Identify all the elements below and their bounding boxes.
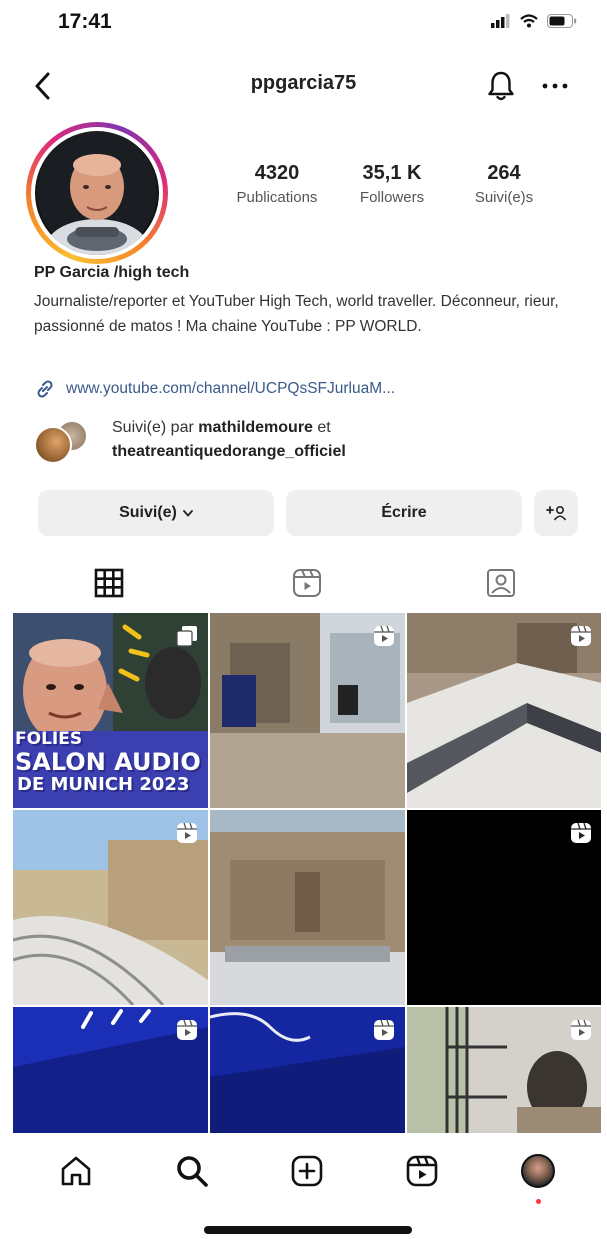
reels-icon [571, 625, 591, 646]
search-icon [177, 1156, 208, 1187]
message-button[interactable]: Écrire [286, 490, 522, 536]
post-thumbnail[interactable] [13, 1007, 208, 1133]
more-options-button[interactable] [540, 70, 570, 102]
posts-count: 4320 [254, 162, 300, 184]
followers-label: Followers [359, 189, 425, 206]
bio-link-text: www.youtube.com/channel/UCPQsSFJurluaM..… [66, 380, 396, 397]
chevron-down-icon [182, 509, 193, 517]
reels-icon [374, 1019, 394, 1040]
reels-icon [571, 1019, 591, 1040]
story-ring[interactable] [26, 122, 168, 264]
reels-icon [571, 822, 591, 843]
followed-by[interactable]: Suivi(e) par mathildemoure et theatreant… [34, 416, 574, 468]
followers-count: 35,1 K [362, 162, 422, 184]
notification-dot [536, 1199, 541, 1204]
add-user-icon [546, 505, 567, 521]
following-label: Suivi(e)s [474, 189, 534, 206]
post-thumbnail[interactable] [407, 1007, 601, 1133]
bio-text: Journaliste/reporter et YouTuber High Te… [34, 293, 559, 335]
avatar [35, 131, 159, 255]
grid-icon [94, 568, 124, 598]
home-icon [61, 1156, 91, 1186]
following-button[interactable]: Suivi(e) [38, 490, 274, 536]
posts-label: Publications [236, 189, 318, 206]
display-name: PP Garcia /high tech [34, 264, 190, 281]
reels-icon [374, 625, 394, 646]
carousel-icon [176, 626, 197, 647]
status-bar: 17:41 [0, 0, 607, 44]
profile-actions: Suivi(e) Écrire [38, 490, 578, 536]
bottom-nav [0, 1135, 607, 1205]
follower-username: mathildemoure [198, 419, 313, 436]
post-thumbnail[interactable] [13, 810, 208, 1005]
thumbnail-overlay-text: FOLIES SALON AUDIO DE MUNICH 2023 [15, 729, 201, 795]
followed-by-text: Suivi(e) par mathildemoure et theatreant… [112, 419, 346, 460]
profile-avatar-small [521, 1154, 555, 1188]
signal-icon [491, 14, 510, 28]
tab-posts[interactable] [92, 566, 126, 600]
tagged-icon [487, 569, 515, 597]
stat-posts[interactable]: 4320 Publications [222, 162, 332, 206]
bio-link[interactable]: www.youtube.com/channel/UCPQsSFJurluaM..… [34, 378, 395, 400]
profile-tabs [0, 560, 607, 610]
stat-following[interactable]: 264 Suivi(e)s [454, 162, 554, 206]
reels-icon [406, 1155, 438, 1187]
following-count: 264 [487, 162, 521, 184]
post-thumbnail[interactable] [210, 810, 405, 1005]
reels-icon [177, 1019, 197, 1040]
profile-stats: 4320 Publications 35,1 K Followers 264 S… [222, 162, 562, 222]
post-thumbnail[interactable] [210, 1007, 405, 1133]
followed-by-avatars [34, 420, 96, 464]
stat-followers[interactable]: 35,1 K Followers [340, 162, 444, 206]
post-thumbnail[interactable] [407, 613, 601, 808]
tab-reels[interactable] [290, 566, 324, 600]
message-label: Écrire [381, 504, 427, 521]
nav-home[interactable] [56, 1151, 96, 1191]
following-label: Suivi(e) [119, 504, 177, 521]
status-icons [491, 14, 577, 28]
notifications-button[interactable] [486, 70, 516, 102]
status-time: 17:41 [58, 10, 112, 33]
bell-icon [488, 71, 514, 101]
nav-create[interactable] [287, 1151, 327, 1191]
nav-search[interactable] [172, 1151, 212, 1191]
follower-avatar [34, 426, 72, 464]
follower-username: theatreantiquedorange_officiel [112, 443, 346, 460]
tab-tagged[interactable] [484, 566, 518, 600]
nav-reels[interactable] [402, 1151, 442, 1191]
nav-bar: ppgarcia75 [0, 58, 607, 114]
home-indicator [204, 1226, 412, 1234]
battery-icon [547, 14, 577, 28]
wifi-icon [520, 14, 538, 28]
posts-grid: FOLIES SALON AUDIO DE MUNICH 2023 [13, 613, 601, 1133]
link-icon [37, 380, 53, 398]
add-post-icon [291, 1155, 323, 1187]
post-thumbnail[interactable] [210, 613, 405, 808]
reels-icon [293, 569, 321, 597]
more-icon [542, 83, 568, 89]
reels-icon [177, 822, 197, 843]
suggested-users-button[interactable] [534, 490, 578, 536]
nav-profile[interactable] [518, 1151, 558, 1191]
post-thumbnail[interactable] [407, 810, 601, 1005]
post-thumbnail[interactable]: FOLIES SALON AUDIO DE MUNICH 2023 [13, 613, 208, 808]
